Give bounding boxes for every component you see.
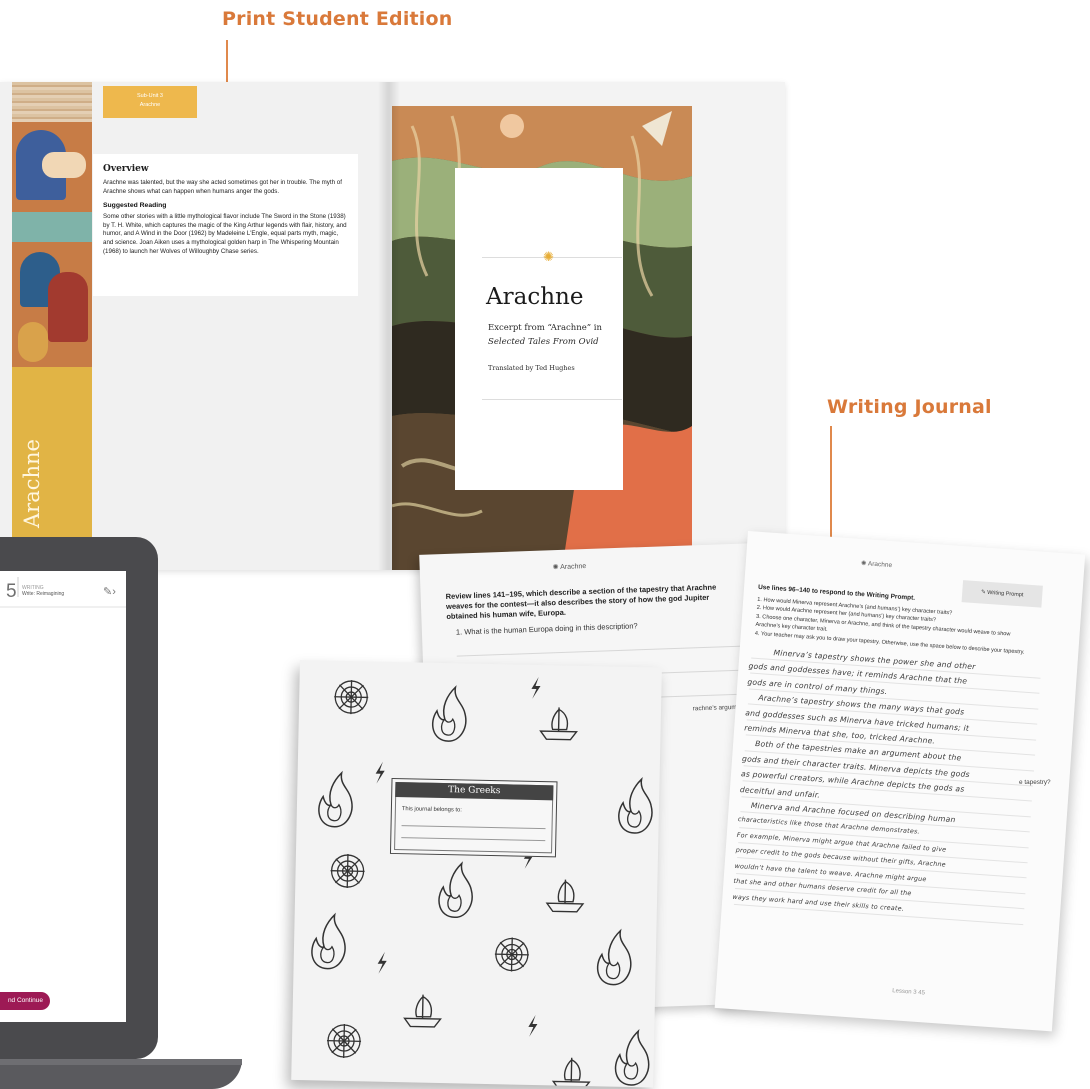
journal-right-header: ✺ Arachne [861,559,893,569]
journal-left-question-1: 1. What is the human Europa doing in thi… [455,621,638,637]
save-and-continue-button[interactable]: nd Continue [0,992,50,1010]
lesson-section: WRITING Write: Reimagining [22,585,64,597]
journal-right-header-text: Arachne [867,560,893,570]
suggested-reading-heading: Suggested Reading [103,202,167,210]
pencil-icon[interactable]: ✎› [103,585,116,598]
strip-illustration [12,122,92,367]
lesson-number: 5 [6,581,17,602]
subunit-tab-name: Arachne [139,102,161,108]
subunit-tab: Sub-Unit 3 Arachne [103,86,197,118]
laptop-screen [0,571,126,1022]
laptop-base-edge [0,1059,242,1065]
journal-cover: The Greeks This journal belongs to: [291,660,662,1088]
overview-heading: Overview [103,164,149,174]
excerpt-line-2: Selected Tales From Ovid [488,337,599,347]
journal-left-header: ✺ Arachne [553,562,587,571]
handwritten-response: Minerva’s tapestry shows the power she a… [732,643,1048,925]
title-card: ✺ Arachne Excerpt from “Arachne” in Sele… [455,168,623,490]
cover-pattern [310,676,654,1088]
side-strip-title: Arachne [20,439,44,528]
title-rule-bottom [482,399,622,400]
spiderweb-icon: ✺ [543,249,554,264]
strip-wood-texture [12,82,92,122]
excerpt-line-1: Excerpt from “Arachne” in [488,323,602,333]
journal-back-page-fragment: e tapestry? [1019,779,1051,786]
writing-journal-label: Writing Journal [827,396,992,418]
story-title: Arachne [486,284,584,310]
journal-left-header-text: Arachne [560,563,587,571]
journal-left-prompt: Review lines 141–195, which describe a s… [445,582,717,621]
book-spine [378,82,400,570]
subunit-tab-label: Sub-Unit 3 [137,93,163,99]
journal-name-label: The Greeks This journal belongs to: [389,777,558,858]
suggested-reading-text: Some other stories with a little mytholo… [103,213,347,255]
journal-owner-label: This journal belongs to: [401,806,462,814]
print-edition-label: Print Student Edition [222,8,453,30]
answer-line [456,645,747,657]
translator-credit: Translated by Ted Hughes [488,364,575,372]
lesson-section-title[interactable]: Write: Reimagining [22,591,64,597]
writing-prompt-tag-text: Writing Prompt [986,589,1024,599]
overview-text: Arachne was talented, but the way she ac… [103,179,342,195]
overview-box: Overview Arachne was talented, but the w… [93,154,358,296]
page-footer: Lesson 3 45 [892,988,926,997]
excerpt-text: Excerpt from “Arachne” in Selected Tales… [488,321,602,349]
writing-prompt-tag: ✎ Writing Prompt [961,580,1043,608]
